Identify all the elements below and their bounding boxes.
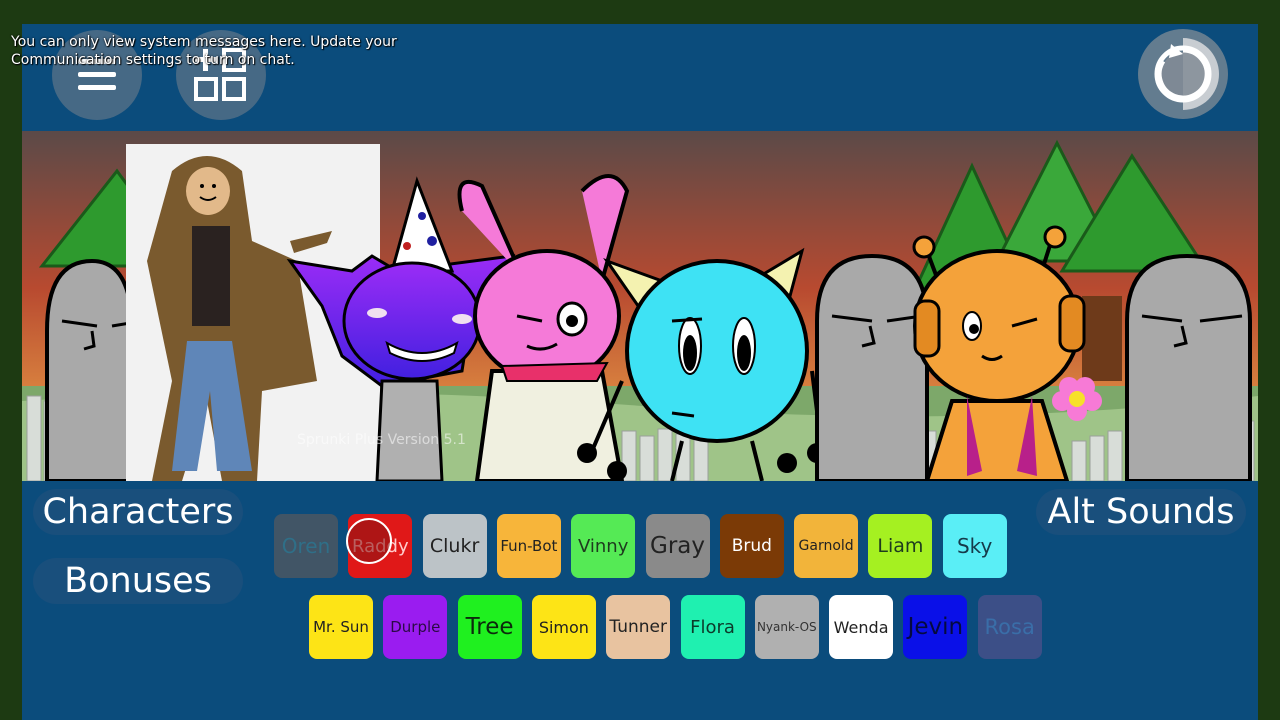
character-tile-oren[interactable]: Oren xyxy=(274,514,338,578)
character-tile-rosa[interactable]: Rosa xyxy=(977,595,1042,659)
character-tile-brud[interactable]: Brud xyxy=(719,514,784,578)
character-tile-tree[interactable]: Tree xyxy=(457,595,522,659)
character-tile-garnold[interactable]: Garnold xyxy=(794,514,859,578)
characters-tab[interactable]: Characters xyxy=(33,489,243,535)
version-watermark: Sprunki Plus Version 5.1 xyxy=(297,432,466,448)
character-tile-clukr[interactable]: Clukr xyxy=(422,514,487,578)
character-tile-liam[interactable]: Liam xyxy=(868,514,933,578)
character-stage: Sprunki Plus Version 5.1 xyxy=(22,131,1258,481)
character-tile-fun-bot[interactable]: Fun-Bot xyxy=(496,514,561,578)
character-tile-wenda[interactable]: Wenda xyxy=(829,595,894,659)
character-tile-jevin[interactable]: Jevin xyxy=(903,595,968,659)
character-tile-flora[interactable]: Flora xyxy=(680,595,745,659)
reset-button[interactable] xyxy=(1138,29,1228,119)
character-tile-vinny[interactable]: Vinny xyxy=(571,514,636,578)
character-tile-tunner[interactable]: Tunner xyxy=(606,595,671,659)
stage-scene: Sprunki Plus Version 5.1 xyxy=(22,131,1258,481)
character-tile-gray[interactable]: Gray xyxy=(645,514,710,578)
character-tile-simon[interactable]: Simon xyxy=(531,595,596,659)
bonuses-tab[interactable]: Bonuses xyxy=(33,558,243,604)
alt-sounds-tab[interactable]: Alt Sounds xyxy=(1036,489,1246,535)
character-tile-durple[interactable]: Durple xyxy=(383,595,448,659)
reset-circular-arrow-icon xyxy=(1154,38,1219,110)
character-tile-nyank-os[interactable]: Nyank-OS xyxy=(754,595,819,659)
character-tile-mr-sun[interactable]: Mr. Sun xyxy=(309,595,373,659)
character-tile-sky[interactable]: Sky xyxy=(942,514,1007,578)
touch-cursor-indicator xyxy=(346,518,392,564)
system-chat-message: You can only view system messages here. … xyxy=(11,34,397,68)
